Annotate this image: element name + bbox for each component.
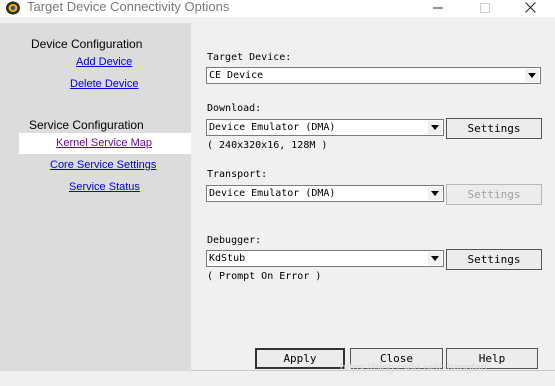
device-configuration-heading: Device Configuration	[31, 37, 143, 51]
app-icon	[6, 1, 20, 15]
transport-value: Device Emulator (DMA)	[209, 188, 336, 199]
core-service-settings-link[interactable]: Core Service Settings	[50, 159, 156, 171]
window-title: Target Device Connectivity Options	[27, 0, 230, 14]
close-window-button[interactable]	[515, 0, 545, 15]
download-info: ( 240x320x16, 128M )	[207, 140, 328, 151]
add-device-link[interactable]: Add Device	[76, 56, 132, 68]
maximize-icon	[480, 2, 490, 13]
maximize-button[interactable]	[470, 0, 500, 15]
transport-select[interactable]: Device Emulator (DMA)	[206, 185, 444, 202]
title-bar: Target Device Connectivity Options	[0, 0, 555, 17]
download-value: Device Emulator (DMA)	[209, 122, 336, 133]
service-configuration-heading: Service Configuration	[29, 118, 144, 132]
close-icon	[524, 2, 536, 13]
debugger-info: ( Prompt On Error )	[207, 271, 322, 282]
transport-settings-button[interactable]: Settings	[446, 184, 542, 205]
transport-label: Transport:	[207, 169, 268, 180]
debugger-settings-button[interactable]: Settings	[446, 249, 542, 270]
sidebar	[0, 23, 191, 371]
target-device-label: Target Device:	[207, 52, 292, 63]
dropdown-arrow-icon	[525, 69, 539, 82]
watermark: https://blog.csdn.net/zhangfan	[340, 362, 487, 374]
apply-button[interactable]: Apply	[255, 348, 345, 369]
download-select[interactable]: Device Emulator (DMA)	[206, 119, 444, 136]
debugger-value: KdStub	[209, 253, 246, 264]
download-label: Download:	[207, 103, 262, 114]
delete-device-link[interactable]: Delete Device	[70, 78, 138, 90]
minimize-button[interactable]	[423, 0, 453, 15]
dropdown-arrow-icon	[428, 252, 442, 265]
debugger-label: Debugger:	[207, 235, 262, 246]
dropdown-arrow-icon	[428, 121, 442, 134]
target-device-value: CE Device	[209, 70, 264, 81]
download-settings-button[interactable]: Settings	[446, 118, 542, 139]
minimize-icon	[433, 7, 443, 8]
debugger-select[interactable]: KdStub	[206, 250, 444, 267]
dropdown-arrow-icon	[428, 187, 442, 200]
kernel-service-map-link[interactable]: Kernel Service Map	[56, 137, 152, 149]
service-status-link[interactable]: Service Status	[69, 181, 140, 193]
target-device-select[interactable]: CE Device	[206, 67, 541, 84]
